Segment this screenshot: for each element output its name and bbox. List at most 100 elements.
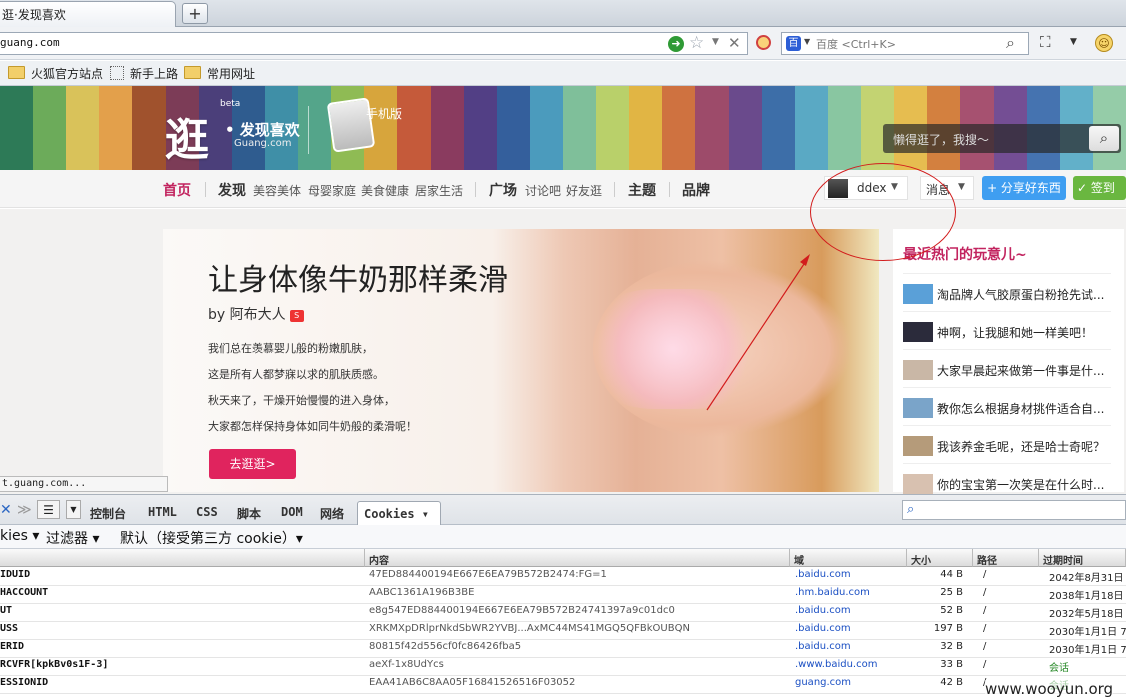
table-row[interactable]: ESSIONID EAA41AB6C8AA05F16841526516F03052… <box>0 675 1126 694</box>
cookie-expires-cell: 2032年5月18日 <box>1049 609 1124 620</box>
hot-item-text[interactable]: 大家早晨起来做第一件事是什... <box>937 362 1104 379</box>
column-header-size[interactable]: 大小 <box>907 549 973 567</box>
nav-sub-home[interactable]: 居家生活 <box>415 182 463 199</box>
hot-item[interactable]: 教你怎么根据身材挑件适合自... <box>903 387 1111 426</box>
hot-item-text[interactable]: 教你怎么根据身材挑件适合自... <box>937 400 1104 417</box>
tab-html[interactable]: HTML <box>148 505 177 519</box>
column-header-expires[interactable]: 过期时间 <box>1039 549 1126 567</box>
table-row[interactable]: HACCOUNT AABC1361A196B3BE .hm.baidu.com 25 … <box>0 585 1126 604</box>
nav-sub-food[interactable]: 美食健康 <box>361 182 409 199</box>
hot-item[interactable]: 我该养金毛呢，还是哈士奇呢？ <box>903 425 1111 464</box>
annotation-circle <box>810 163 956 261</box>
share-button[interactable]: + 分享好东西 <box>982 176 1066 200</box>
hot-item[interactable]: 大家早晨起来做第一件事是什... <box>903 349 1111 388</box>
nav-sub-friends[interactable]: 好友逛 <box>566 182 602 199</box>
hot-item-thumbnail[interactable] <box>903 474 933 494</box>
tab-net[interactable]: 网络 <box>320 505 344 522</box>
stop-icon[interactable]: ✕ <box>728 34 741 52</box>
tab-dom[interactable]: DOM <box>281 505 303 519</box>
firebug-search-input[interactable]: ⌕ <box>902 500 1126 520</box>
hot-item[interactable]: 神啊，让我腿和她一样美吧！ <box>903 311 1111 350</box>
engine-dropdown-icon[interactable]: ▼ <box>804 37 810 46</box>
site-search-input[interactable]: 懒得逛了，我搜～ <box>893 131 989 148</box>
nav-sub-beauty[interactable]: 美容美体 <box>253 182 301 199</box>
hot-item[interactable]: 淘品牌人气胶原蛋白粉抢先试... <box>903 273 1111 312</box>
hot-item-text[interactable]: 神啊，让我腿和她一样美吧！ <box>937 324 1093 341</box>
table-row[interactable]: IDUID 47ED884400194E667E6EA79B572B2474:FG… <box>0 567 1126 586</box>
browser-tab[interactable]: 逛·发现喜欢 <box>0 1 176 27</box>
cookies-menu[interactable]: kies ▾ <box>0 528 39 544</box>
tab-cookies[interactable]: Cookies ▾ <box>357 501 441 526</box>
filter-menu[interactable]: 过滤器 ▾ <box>46 528 99 548</box>
hot-item-text[interactable]: 你的宝宝第一次笑是在什么时... <box>937 476 1104 493</box>
cookie-expires-cell: 2042年8月31日 <box>1049 573 1124 584</box>
nav-plaza[interactable]: 广场 <box>489 180 517 200</box>
nav-sub-forum[interactable]: 讨论吧 <box>525 182 561 199</box>
table-row[interactable]: USS XRKMXpDRlprNkdSbWR2YVBJ...AxMC44MS41M… <box>0 621 1126 640</box>
nav-brands[interactable]: 品牌 <box>682 180 710 200</box>
bookmark-item[interactable]: 火狐官方站点 <box>8 65 103 82</box>
cookie-size-cell: 197 B <box>933 623 963 634</box>
history-dropdown-icon[interactable]: ▼ <box>712 37 719 47</box>
site-logo[interactable]: 逛 <box>165 104 209 168</box>
screenshot-icon[interactable]: ⛶ <box>1040 33 1051 51</box>
noscript-icon[interactable] <box>756 35 771 50</box>
table-row[interactable]: ERID 80815f42d556cf0fc86426fba5 .baidu.com… <box>0 639 1126 658</box>
bookmark-item[interactable]: 常用网址 <box>184 65 255 82</box>
mobile-version-link[interactable]: 手机版 <box>366 105 402 122</box>
checkin-button[interactable]: ✓ 签到 <box>1073 176 1126 200</box>
feature-banner[interactable]: 让身体像牛奶那样柔滑 by 阿布大人 S 我们总在羡慕婴儿般的粉嫩肌肤， 这是所有… <box>163 229 879 492</box>
hot-item-thumbnail[interactable] <box>903 436 933 456</box>
bookmark-item[interactable]: 新手上路 <box>110 65 178 82</box>
hot-item-thumbnail[interactable] <box>903 360 933 380</box>
nav-home[interactable]: 首页 <box>163 180 191 200</box>
column-header-path[interactable]: 路径 <box>973 549 1039 567</box>
hot-item-text[interactable]: 我该养金毛呢，还是哈士奇呢？ <box>937 438 1105 455</box>
logo-beta: beta <box>220 99 241 109</box>
browser-search-placeholder[interactable]: 百度 <Ctrl+K> <box>816 36 896 52</box>
new-tab-button[interactable]: + <box>182 3 208 24</box>
feature-author[interactable]: by 阿布大人 S <box>208 304 304 324</box>
chevron-down-icon[interactable]: ▼ <box>958 182 965 192</box>
hot-item-thumbnail[interactable] <box>903 284 933 304</box>
firebug-dropdown-icon[interactable]: ▼ <box>66 500 81 519</box>
column-header-domain[interactable]: 域 <box>790 549 907 567</box>
feature-title[interactable]: 让身体像牛奶那样柔滑 <box>208 255 508 299</box>
url-text[interactable]: guang.com <box>0 36 60 49</box>
table-row[interactable]: RCVFR[kpkBv0s1F-3] aeXf-1x8UdYcs .www.baid… <box>0 657 1126 676</box>
nav-discover[interactable]: 发现 <box>218 180 246 200</box>
column-header-value[interactable]: 内容 <box>365 549 790 567</box>
persona-icon[interactable]: ☺ <box>1095 34 1113 52</box>
hot-items-panel: 最近热门的玩意儿~ 淘品牌人气胶原蛋白粉抢先试... 神啊，让我腿和她一样美吧！大… <box>893 229 1124 494</box>
go-browse-button[interactable]: 去逛逛> <box>209 449 296 479</box>
hot-item-text[interactable]: 淘品牌人气胶原蛋白粉抢先试... <box>937 286 1104 303</box>
forward-icon[interactable]: ≫ <box>17 502 32 518</box>
tab-script[interactable]: 脚本 <box>237 505 261 522</box>
browser-search-box[interactable]: 百 ▼ 百度 <Ctrl+K> ⌕ <box>781 32 1029 55</box>
hot-item-thumbnail[interactable] <box>903 322 933 342</box>
banner-stripe <box>496 86 531 170</box>
go-icon[interactable]: ➜ <box>668 36 684 52</box>
cookie-expires-cell: 2038年1月18日 <box>1049 591 1124 602</box>
magnifier-icon[interactable]: ⌕ <box>1089 126 1119 151</box>
table-row[interactable]: UT e8g547ED884400194E667E6EA79B572B247413… <box>0 603 1126 622</box>
hot-item-thumbnail[interactable] <box>903 398 933 418</box>
site-search-box[interactable]: 懒得逛了，我搜～ ⌕ <box>883 124 1121 153</box>
nav-sub-family[interactable]: 母婴家庭 <box>308 182 356 199</box>
column-header-name[interactable] <box>0 549 365 567</box>
nav-topics[interactable]: 主题 <box>628 180 656 200</box>
firebug-menu-icon[interactable]: ☰ <box>37 500 60 519</box>
tab-console[interactable]: 控制台 <box>90 505 126 522</box>
baidu-engine-icon[interactable]: 百 <box>786 36 801 51</box>
tab-css[interactable]: CSS <box>196 505 218 519</box>
cookie-name-cell: ERID <box>0 641 25 652</box>
cookie-domain-cell: .baidu.com <box>795 605 851 616</box>
menu-dropdown-icon[interactable]: ▼ <box>1070 37 1077 47</box>
feature-image-detail <box>583 289 763 409</box>
default-policy-menu[interactable]: 默认（接受第三方 cookie）▾ <box>120 528 303 548</box>
cookie-size-cell: 42 B <box>940 677 963 688</box>
inspect-icon[interactable]: ✕ <box>0 502 12 518</box>
bookmark-star-icon[interactable]: ☆ <box>689 33 704 53</box>
search-icon[interactable]: ⌕ <box>1006 33 1015 53</box>
url-bar[interactable]: guang.com ➜ ☆ ▼ ✕ <box>0 32 748 55</box>
